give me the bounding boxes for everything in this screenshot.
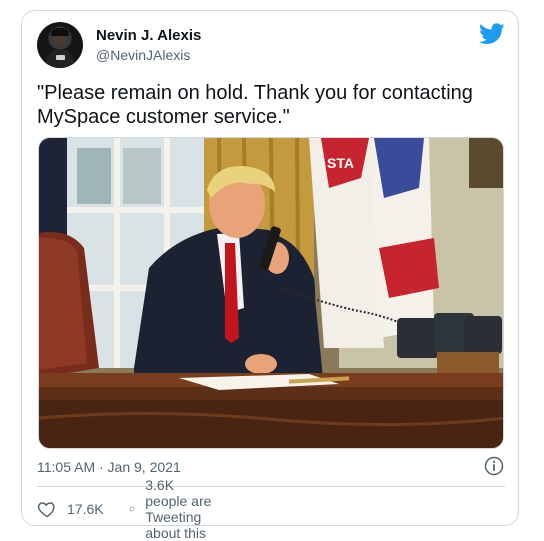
like-count: 17.6K — [67, 501, 104, 517]
tweet-photo[interactable]: STA — [38, 137, 504, 449]
twitter-bird-icon[interactable] — [479, 23, 505, 45]
svg-text:STA: STA — [327, 155, 354, 171]
tweeting-about-action[interactable]: 3.6K people are Tweeting about this — [129, 477, 215, 541]
tweet-card: Nevin J. Alexis @NevinJAlexis "Please re… — [21, 10, 519, 541]
author-handle[interactable]: @NevinJAlexis — [96, 47, 190, 63]
tweeting-about-text: 3.6K people are Tweeting about this — [145, 477, 212, 541]
tweet-timestamp[interactable]: 11:05 AM · Jan 9, 2021 — [37, 459, 181, 475]
avatar[interactable] — [37, 22, 83, 68]
heart-icon — [37, 502, 55, 518]
speech-bubble-icon — [129, 506, 135, 512]
info-icon[interactable] — [484, 456, 504, 476]
divider — [37, 486, 505, 487]
tweet-text: "Please remain on hold. Thank you for co… — [37, 82, 473, 128]
like-action[interactable]: 17.6K — [37, 498, 104, 520]
author-display-name[interactable]: Nevin J. Alexis — [96, 27, 201, 44]
